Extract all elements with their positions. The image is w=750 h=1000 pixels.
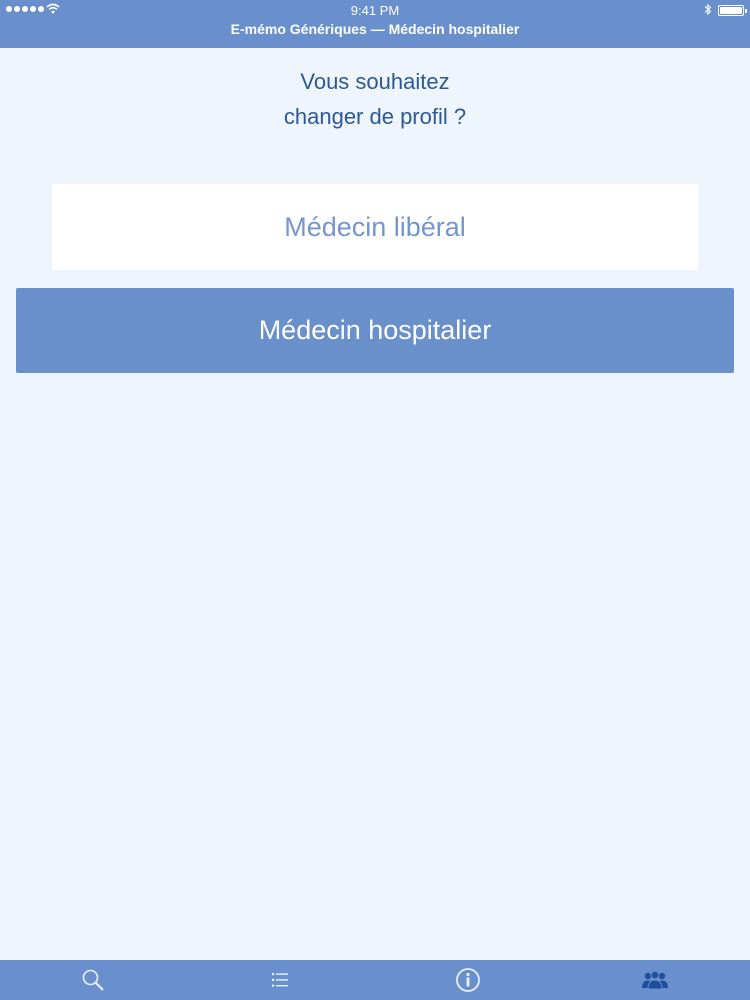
profile-group-icon (642, 970, 668, 990)
question-line-2: changer de profil ? (283, 104, 467, 129)
app-header: 9:41 PM E-mémo Génériques — Médecin hosp… (0, 0, 750, 48)
status-time: 9:41 PM (350, 3, 400, 18)
battery-icon (718, 5, 747, 16)
profile-option-medecin-hospitalier[interactable]: Médecin hospitalier (16, 288, 734, 373)
tab-list[interactable] (241, 960, 321, 1000)
status-bar: 9:41 PM (0, 0, 750, 20)
page-title: E-mémo Génériques — Médecin hospitalier (230, 21, 520, 37)
profile-question: Vous souhaitez changer de profil ? (0, 64, 750, 134)
question-line-1: Vous souhaitez (300, 69, 450, 94)
profile-option-label: Médecin hospitalier (258, 315, 492, 345)
profile-option-label: Médecin libéral (284, 211, 466, 242)
list-icon (272, 973, 288, 987)
profile-option-medecin-liberal[interactable]: Médecin libéral (52, 184, 698, 270)
tab-info[interactable] (428, 960, 508, 1000)
search-icon (82, 969, 104, 991)
info-icon (456, 968, 480, 992)
tab-profile[interactable] (615, 960, 695, 1000)
tab-bar (0, 960, 750, 1000)
tab-search[interactable] (53, 960, 133, 1000)
bluetooth-icon (704, 3, 712, 16)
